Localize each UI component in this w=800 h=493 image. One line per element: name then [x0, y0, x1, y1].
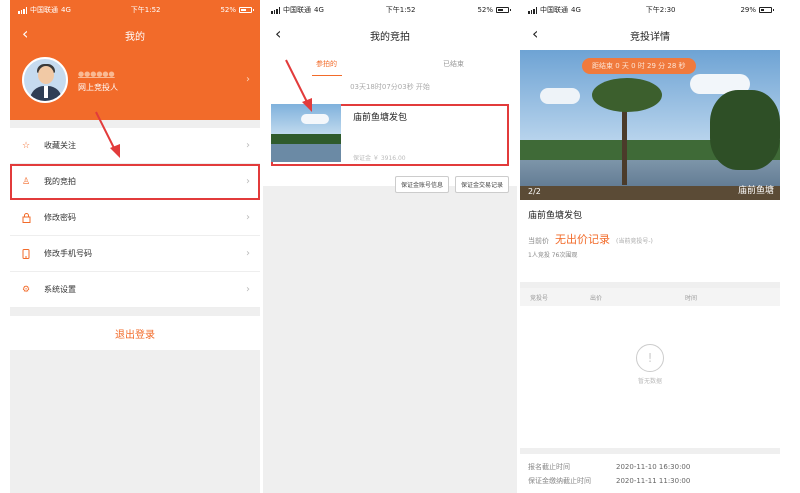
signal-icon [528, 6, 537, 14]
deadline-label: 报名截止时间 [528, 463, 570, 471]
countdown-timer: 距结束 0 天 0 时 29 分 28 秒 [582, 58, 696, 74]
chevron-right-icon: › [246, 248, 250, 259]
menu-item-label: 我的竞拍 [44, 177, 76, 186]
annotation-arrow [285, 59, 312, 112]
battery-level [241, 9, 246, 11]
auction-deposit: 保证金 ￥ 3916.00 [353, 155, 406, 162]
menu-item-label: 系统设置 [44, 285, 76, 294]
menu-item-favorites[interactable]: ☆ 收藏关注 › [10, 128, 260, 164]
auction-deadlines: 报名截止时间 2020-11-10 16:30:00 保证金缴纳截止时间 2020-… [520, 454, 780, 493]
photo-watermark: 庙前鱼塘 [737, 186, 774, 196]
status-time: 下午2:30 [645, 6, 676, 14]
carrier: 中国联通 [30, 6, 58, 14]
auction-photo[interactable]: 距结束 0 天 0 时 29 分 28 秒 2/2 庙前鱼塘 [520, 50, 780, 200]
lock-icon [20, 212, 32, 224]
bid-table-header: 竞投号 出价 时间 [520, 288, 780, 306]
chevron-right-icon: › [246, 140, 250, 151]
profile-header: 中国联通 4G 下午1:52 52% ‹ 我的 ●●●●●● 网上竞投人 › [10, 0, 260, 120]
logout-button[interactable]: 退出登录 [10, 316, 260, 350]
username: ●●●●●● [78, 69, 115, 78]
deadline-value: 2020-11-10 16:30:00 [616, 463, 691, 471]
star-icon: ☆ [21, 140, 31, 151]
price-label: 当前价 [528, 237, 549, 245]
auction-title: 庙前鱼塘发包 [353, 113, 408, 123]
page-title: 我的竞拍 [370, 31, 410, 43]
battery-icon [239, 7, 254, 13]
network: 4G [314, 6, 324, 14]
back-icon[interactable]: ‹ [275, 26, 281, 42]
page-title: 竞投详情 [630, 31, 670, 43]
empty-state-text: 暂无数据 [637, 378, 662, 385]
battery-icon [496, 7, 511, 13]
chevron-right-icon: › [246, 74, 250, 85]
col-bid-price: 出价 [590, 294, 603, 302]
annotation-arrow [95, 111, 120, 158]
status-bar: 中国联通 4G 下午2:30 29% [520, 0, 780, 20]
tab-ended[interactable]: 已结束 [390, 50, 517, 78]
chevron-right-icon: › [246, 176, 250, 187]
menu-item-label: 收藏关注 [44, 141, 76, 150]
status-time: 下午1:52 [130, 6, 161, 14]
col-bid-time: 时间 [685, 294, 698, 302]
person-icon: ♙ [21, 176, 31, 187]
chevron-right-icon: › [246, 284, 250, 295]
battery-percent: 29% [740, 6, 756, 14]
photo-pager: 2/2 [528, 187, 541, 196]
back-icon[interactable]: ‹ [22, 26, 28, 42]
battery-percent: 52% [220, 6, 236, 14]
status-bar: 中国联通 4G 下午1:52 52% [10, 0, 260, 20]
screen-auction-detail: 中国联通 4G 下午2:30 29% ‹ 竞投详情 距结束 0 天 0 时 29 … [520, 0, 780, 493]
chevron-right-icon: › [246, 212, 250, 223]
deadline-value: 2020-11-11 11:30:00 [616, 477, 691, 485]
back-icon[interactable]: ‹ [532, 26, 538, 42]
auction-summary: 庙前鱼塘发包 当前价 无出价记录 (当前竞投号-) 1人竞投 76次围观 [520, 200, 780, 282]
current-price: 无出价记录 [555, 233, 610, 246]
menu-item-my-auctions[interactable]: ♙ 我的竞拍 › [10, 164, 260, 200]
settings-menu: ☆ 收藏关注 › ♙ 我的竞拍 › 修改密码 › 修改手机号码 › ⚙ 系统设置… [10, 128, 260, 308]
phone-icon [20, 248, 32, 260]
deposit-account-info-button[interactable]: 保证金账号信息 [394, 176, 449, 193]
carrier: 中国联通 [283, 6, 311, 14]
battery-level [498, 9, 503, 11]
info-icon: ! [636, 344, 664, 372]
deadline-label: 保证金缴纳截止时间 [528, 477, 591, 485]
bid-table: 竞投号 出价 时间 ! 暂无数据 [520, 288, 780, 448]
price-hint: (当前竞投号-) [616, 238, 653, 245]
avatar [22, 57, 68, 103]
carrier: 中国联通 [540, 6, 568, 14]
auction-stats: 1人竞投 76次围观 [528, 252, 578, 259]
page-title: 我的 [125, 31, 145, 43]
menu-item-change-password[interactable]: 修改密码 › [10, 200, 260, 236]
user-role: 网上竞投人 [78, 82, 118, 92]
network: 4G [61, 6, 71, 14]
screen-my-account: 中国联通 4G 下午1:52 52% ‹ 我的 ●●●●●● 网上竞投人 › ☆ … [10, 0, 260, 493]
status-time: 下午1:52 [385, 6, 416, 14]
gear-icon: ⚙ [21, 284, 31, 295]
status-bar: 中国联通 4G 下午1:52 52% [263, 0, 517, 20]
menu-item-label: 修改密码 [44, 213, 76, 222]
signal-icon [18, 6, 27, 14]
auction-title: 庙前鱼塘发包 [528, 211, 583, 221]
battery-percent: 52% [477, 6, 493, 14]
menu-item-change-phone[interactable]: 修改手机号码 › [10, 236, 260, 272]
col-bid-number: 竞投号 [530, 294, 549, 302]
battery-icon [759, 7, 774, 13]
signal-icon [271, 6, 280, 14]
menu-item-system-settings[interactable]: ⚙ 系统设置 › [10, 272, 260, 308]
profile-row[interactable]: ●●●●●● 网上竞投人 › [10, 50, 260, 110]
deposit-records-button[interactable]: 保证金交易记录 [454, 176, 509, 193]
menu-item-label: 修改手机号码 [44, 249, 92, 258]
battery-level [761, 9, 764, 11]
network: 4G [571, 6, 581, 14]
